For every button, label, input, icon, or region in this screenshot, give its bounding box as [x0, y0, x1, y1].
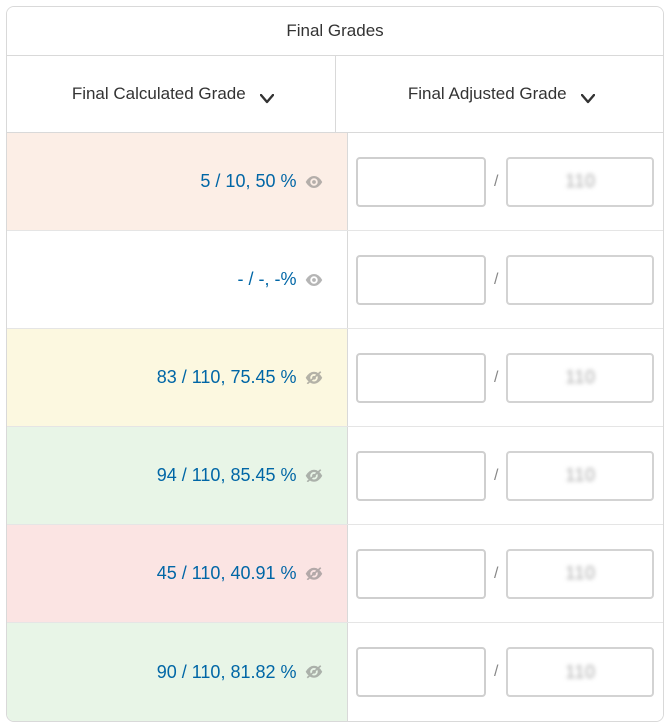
adjusted-denominator-box[interactable]	[506, 255, 654, 305]
grade-row: - / -, -% /	[7, 231, 663, 329]
chevron-down-icon	[260, 89, 270, 99]
adjusted-denominator-box[interactable]: 110	[506, 157, 654, 207]
adjusted-grade-cell: / 110	[348, 525, 664, 622]
adjusted-grade-cell: /	[348, 231, 664, 328]
adjusted-numerator-input[interactable]	[356, 157, 486, 207]
calculated-grade-link[interactable]: - / -, -%	[238, 269, 297, 290]
calculated-grade-cell: - / -, -%	[7, 231, 348, 328]
adjusted-numerator-input[interactable]	[356, 549, 486, 599]
calculated-grade-link[interactable]: 90 / 110, 81.82 %	[157, 662, 297, 683]
adjusted-denominator-box[interactable]: 110	[506, 647, 654, 697]
adjusted-numerator-input[interactable]	[356, 451, 486, 501]
calculated-grade-cell: 83 / 110, 75.45 %	[7, 329, 348, 426]
eye-off-icon[interactable]	[305, 567, 323, 581]
adjusted-grade-header[interactable]: Final Adjusted Grade	[336, 56, 664, 132]
calculated-grade-header[interactable]: Final Calculated Grade	[7, 56, 336, 132]
fraction-slash: /	[494, 663, 498, 681]
adjusted-numerator-input[interactable]	[356, 647, 486, 697]
calculated-grade-cell: 5 / 10, 50 %	[7, 133, 348, 230]
adjusted-denominator-value: 110	[565, 662, 595, 683]
grade-row: 94 / 110, 85.45 % / 110	[7, 427, 663, 525]
calculated-grade-link[interactable]: 94 / 110, 85.45 %	[157, 465, 297, 486]
grade-row: 45 / 110, 40.91 % / 110	[7, 525, 663, 623]
fraction-slash: /	[494, 271, 498, 289]
eye-off-icon[interactable]	[305, 665, 323, 679]
eye-icon[interactable]	[305, 273, 323, 287]
calculated-grade-link[interactable]: 83 / 110, 75.45 %	[157, 367, 297, 388]
grade-row: 5 / 10, 50 % / 110	[7, 133, 663, 231]
calculated-grade-cell: 94 / 110, 85.45 %	[7, 427, 348, 524]
calculated-grade-cell: 90 / 110, 81.82 %	[7, 623, 348, 721]
adjusted-numerator-input[interactable]	[356, 255, 486, 305]
eye-icon[interactable]	[305, 175, 323, 189]
calculated-grade-header-label: Final Calculated Grade	[72, 84, 246, 104]
adjusted-denominator-value: 110	[565, 367, 595, 388]
table-title: Final Grades	[7, 7, 663, 56]
adjusted-numerator-input[interactable]	[356, 353, 486, 403]
column-headers-row: Final Calculated Grade Final Adjusted Gr…	[7, 56, 663, 133]
adjusted-grade-cell: / 110	[348, 623, 664, 721]
adjusted-denominator-box[interactable]: 110	[506, 451, 654, 501]
adjusted-denominator-value: 110	[565, 465, 595, 486]
final-grades-table: Final Grades Final Calculated Grade Fina…	[6, 6, 664, 722]
adjusted-denominator-box[interactable]: 110	[506, 353, 654, 403]
fraction-slash: /	[494, 173, 498, 191]
fraction-slash: /	[494, 369, 498, 387]
fraction-slash: /	[494, 565, 498, 583]
adjusted-denominator-value: 110	[565, 171, 595, 192]
adjusted-denominator-box[interactable]: 110	[506, 549, 654, 599]
calculated-grade-link[interactable]: 45 / 110, 40.91 %	[157, 563, 297, 584]
grade-row: 90 / 110, 81.82 % / 110	[7, 623, 663, 721]
grade-row: 83 / 110, 75.45 % / 110	[7, 329, 663, 427]
eye-off-icon[interactable]	[305, 469, 323, 483]
fraction-slash: /	[494, 467, 498, 485]
calculated-grade-link[interactable]: 5 / 10, 50 %	[200, 171, 296, 192]
eye-off-icon[interactable]	[305, 371, 323, 385]
calculated-grade-cell: 45 / 110, 40.91 %	[7, 525, 348, 622]
adjusted-grade-cell: / 110	[348, 133, 664, 230]
chevron-down-icon	[581, 89, 591, 99]
adjusted-grade-cell: / 110	[348, 329, 664, 426]
adjusted-denominator-value: 110	[565, 563, 595, 584]
adjusted-grade-header-label: Final Adjusted Grade	[408, 84, 567, 104]
adjusted-grade-cell: / 110	[348, 427, 664, 524]
